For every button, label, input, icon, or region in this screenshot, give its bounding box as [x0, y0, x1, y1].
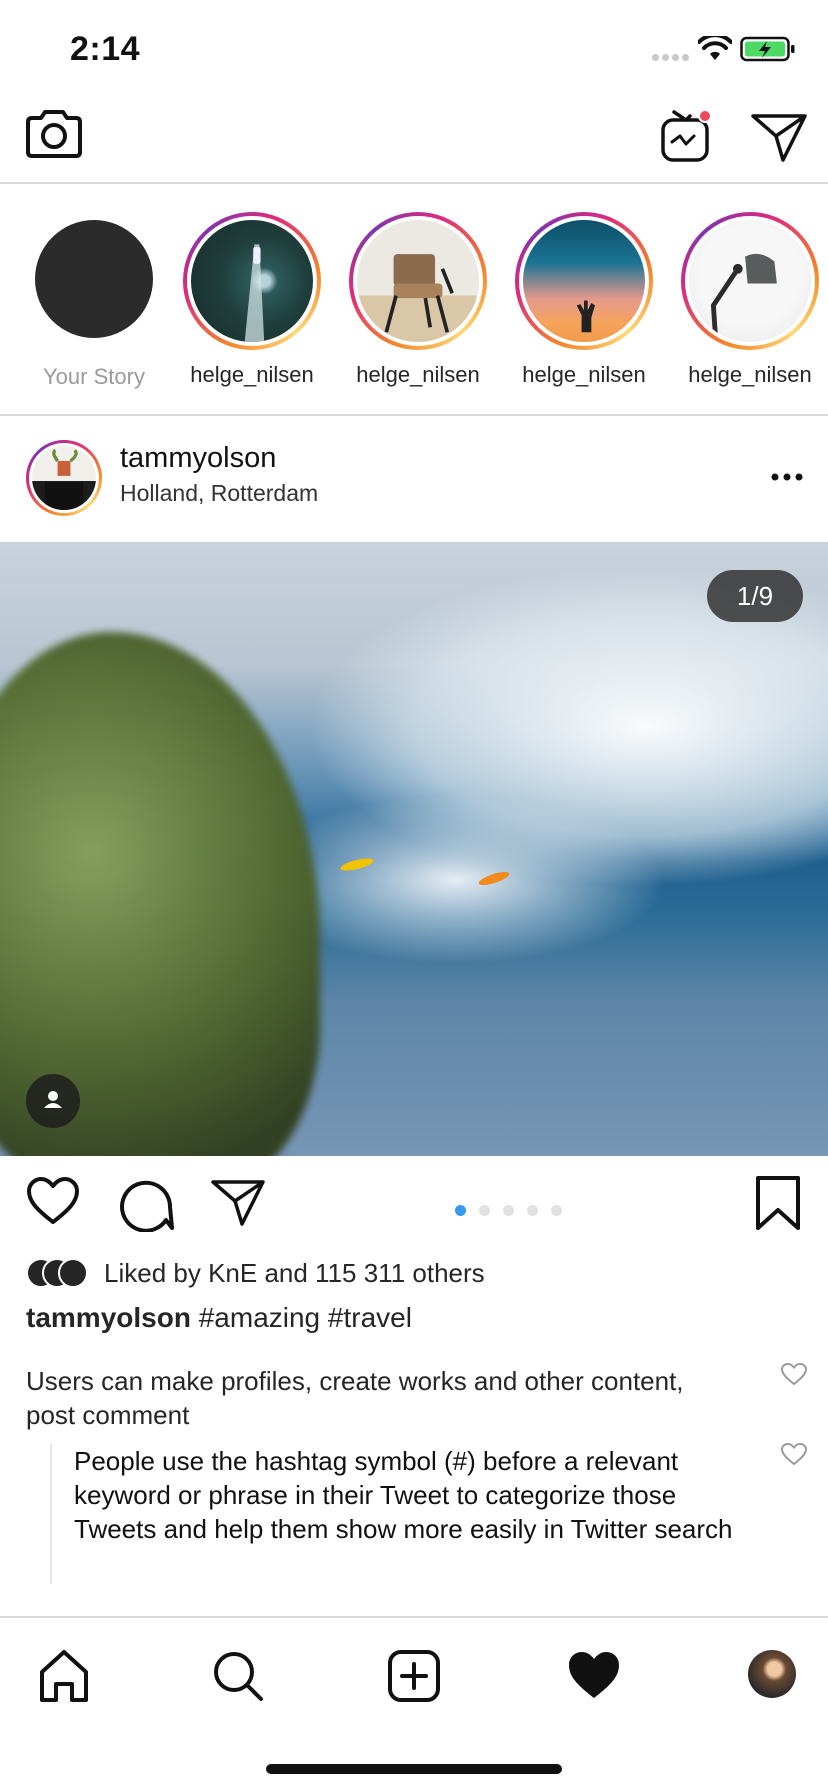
camera-icon[interactable]: [24, 108, 84, 160]
story-photo-sunset: [523, 220, 645, 342]
save-bookmark-icon[interactable]: [754, 1174, 802, 1232]
likes-prefix: Liked by: [104, 1257, 201, 1288]
liker-avatars: [26, 1258, 92, 1288]
story-photo-ocean: [191, 220, 313, 342]
carousel-dot: [479, 1205, 490, 1216]
comment-reply: People use the hashtag symbol (#) before…: [50, 1444, 770, 1584]
home-indicator: [266, 1764, 562, 1774]
likes-text: Liked by KnE and 115 311 others: [104, 1258, 485, 1289]
direct-message-icon[interactable]: [750, 112, 808, 164]
top-nav: [0, 96, 828, 184]
story-item[interactable]: helge_nilsen: [348, 212, 488, 388]
caption-username[interactable]: tammyolson: [26, 1302, 191, 1333]
like-heart-icon[interactable]: [26, 1176, 80, 1226]
likes-row[interactable]: Liked by KnE and 115 311 others: [26, 1256, 485, 1290]
story-ring: [183, 212, 321, 350]
story-item[interactable]: helge_nilsen: [182, 212, 322, 388]
reply-text: People use the hashtag symbol (#) before…: [74, 1446, 733, 1544]
post-action-bar: [0, 1156, 828, 1256]
activity-heart-icon[interactable]: [566, 1648, 622, 1704]
caption-text[interactable]: #amazing #travel: [199, 1302, 412, 1333]
post-image[interactable]: 1/9: [0, 542, 828, 1156]
carousel-dot: [527, 1205, 538, 1216]
carousel-dot: [551, 1205, 562, 1216]
status-time: 2:14: [70, 30, 141, 68]
battery-charging-icon: [740, 36, 795, 62]
likes-count[interactable]: KnE and 115 311 others: [208, 1258, 485, 1288]
more-options-icon[interactable]: [770, 470, 804, 484]
post-header: tammyolson Holland, Rotterdam: [0, 418, 828, 542]
story-item[interactable]: helge_nilsen: [514, 212, 654, 388]
story-photo-chair: [357, 220, 479, 342]
surfer-board: [477, 869, 511, 888]
your-story-avatar: [35, 220, 153, 338]
profile-avatar[interactable]: [748, 1650, 796, 1698]
home-icon[interactable]: [36, 1648, 92, 1704]
share-icon[interactable]: [210, 1178, 266, 1228]
comment-item: Users can make profiles, create works an…: [26, 1366, 684, 1430]
story-label: helge_nilsen: [190, 362, 314, 387]
user-tag-icon[interactable]: [26, 1074, 80, 1128]
story-ring: [681, 212, 819, 350]
story-your-story[interactable]: Your Story: [24, 212, 164, 390]
post-author-avatar[interactable]: [26, 440, 102, 516]
post-caption: tammyolson #amazing #travel: [26, 1302, 412, 1334]
story-label: helge_nilsen: [522, 362, 646, 387]
post-location[interactable]: Holland, Rotterdam: [120, 480, 318, 507]
story-label: Your Story: [43, 364, 145, 389]
post-username[interactable]: tammyolson: [120, 442, 276, 475]
cellular-signal-icon: [652, 54, 689, 61]
stories-tray: Your Story helge_nilsen helge_nilsen hel…: [0, 186, 828, 416]
add-post-icon[interactable]: [386, 1648, 442, 1704]
search-icon[interactable]: [210, 1648, 266, 1704]
carousel-dot-active: [455, 1205, 466, 1216]
surfer-board: [339, 856, 375, 873]
comment-icon[interactable]: [118, 1176, 174, 1232]
carousel-dot: [503, 1205, 514, 1216]
status-bar: 2:14: [0, 0, 828, 96]
bottom-tab-bar: [0, 1616, 828, 1736]
story-label: helge_nilsen: [356, 362, 480, 387]
story-item[interactable]: helge_nilsen: [680, 212, 820, 388]
story-ring: [515, 212, 653, 350]
igtv-icon[interactable]: [660, 106, 712, 164]
story-label: helge_nilsen: [688, 362, 812, 387]
comment-like-heart-icon[interactable]: [780, 1362, 808, 1386]
story-ring: [349, 212, 487, 350]
comment-like-heart-icon[interactable]: [780, 1442, 808, 1466]
image-page-counter: 1/9: [707, 570, 803, 622]
wifi-icon: [698, 36, 732, 60]
story-photo-lamp: [689, 220, 811, 342]
carousel-indicator: [455, 1205, 562, 1216]
